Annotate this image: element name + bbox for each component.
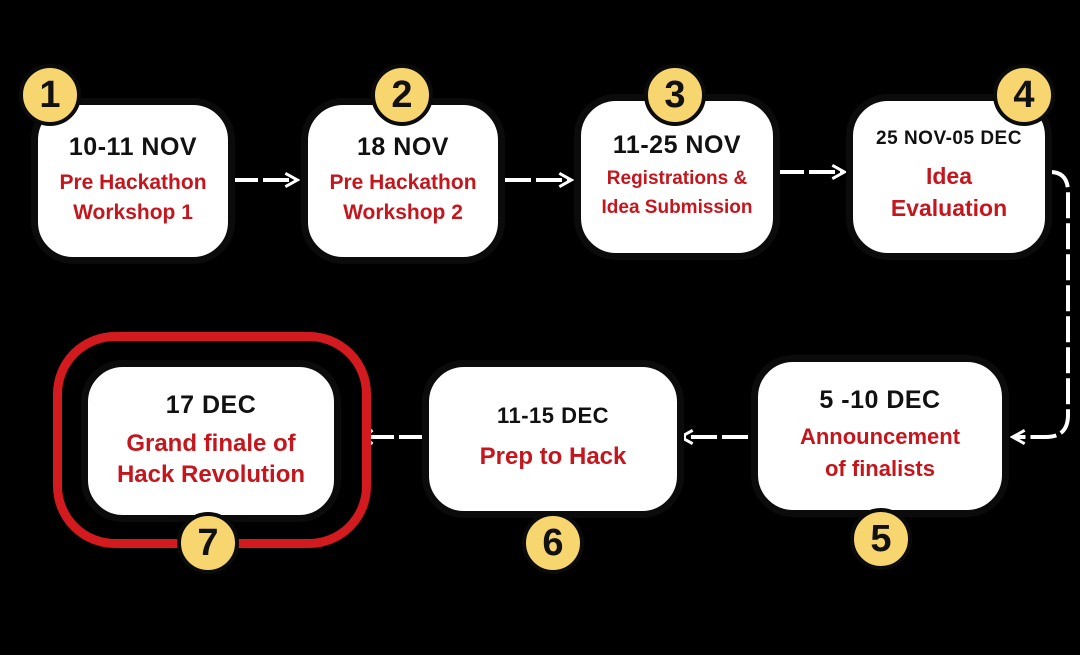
step-date: 10-11 NOV: [68, 133, 198, 162]
step-title: Pre Hackathon Workshop 1: [59, 170, 207, 224]
step-card-5: 5 -10 DEC Announcement of finalists: [751, 355, 1009, 517]
step-title: Idea Evaluation: [890, 163, 1008, 222]
step-date: 18 NOV: [357, 133, 449, 162]
step-title: Prep to Hack: [479, 443, 627, 471]
step-number-badge-5: 5: [850, 508, 912, 570]
step-date: 17 DEC: [165, 391, 257, 420]
step-date: 5 -10 DEC: [819, 386, 941, 415]
step-number-badge-6: 6: [522, 512, 584, 574]
step-number-badge-1: 1: [19, 64, 81, 126]
step-number-badge-4: 4: [993, 64, 1055, 126]
step-number-badge-2: 2: [371, 64, 433, 126]
hackathon-timeline: 10-11 NOV Pre Hackathon Workshop 1 1 18 …: [0, 0, 1080, 655]
step-card-7: 17 DEC Grand finale of Hack Revolution: [81, 360, 341, 522]
step-number-badge-3: 3: [644, 64, 706, 126]
step-title: Pre Hackathon Workshop 2: [329, 170, 477, 224]
step-title: Grand finale of Hack Revolution: [116, 429, 306, 488]
step-title: Registrations & Idea Submission: [601, 168, 753, 218]
step-date: 11-15 DEC: [496, 402, 610, 428]
step-date: 11-25 NOV: [612, 130, 742, 159]
step-title: Announcement of finalists: [799, 423, 961, 481]
step-date: 25 NOV-05 DEC: [876, 128, 1022, 150]
step-number-badge-7: 7: [177, 512, 239, 574]
step-card-6: 11-15 DEC Prep to Hack: [422, 360, 684, 518]
